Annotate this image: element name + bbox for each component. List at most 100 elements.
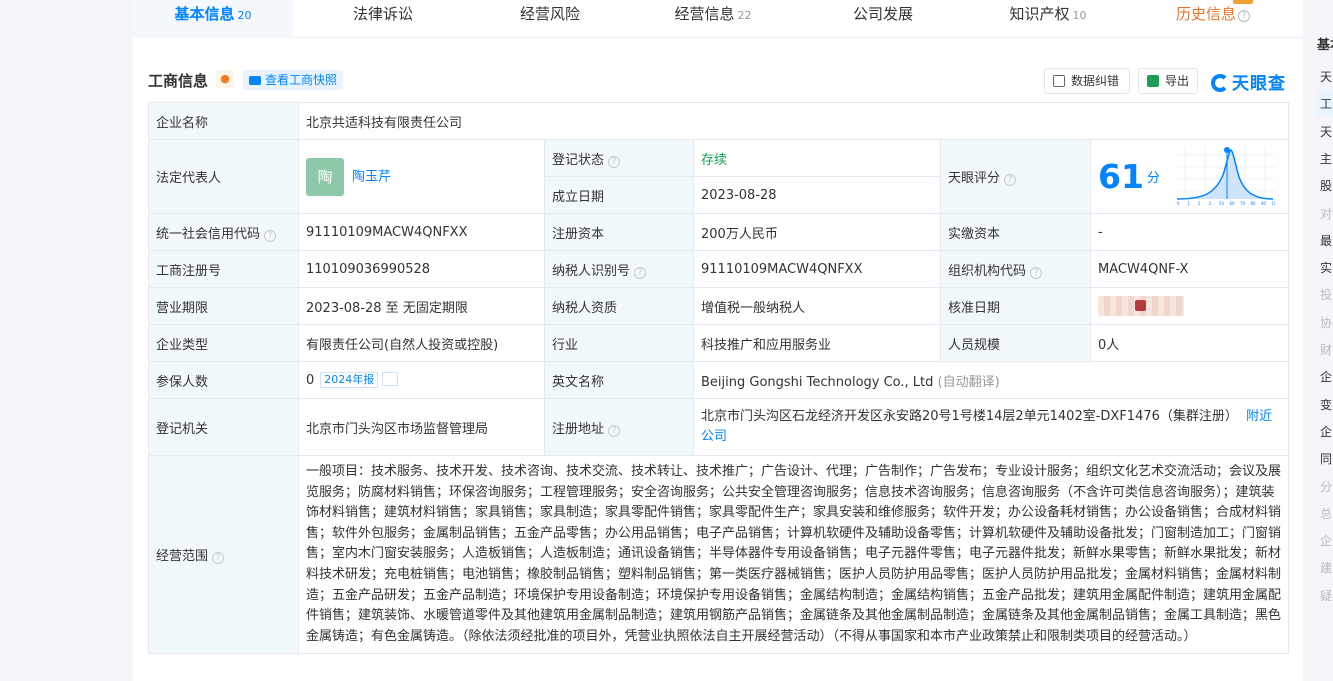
locked-value[interactable] (1098, 296, 1184, 316)
anchor-nav-item[interactable]: 实 (1320, 259, 1332, 276)
tab-label: 法律诉讼 (352, 5, 413, 23)
approve-date-cell (1090, 287, 1289, 325)
paid-capital-label: 实缴资本 (940, 213, 1091, 251)
anchor-nav-item[interactable]: 对 (1320, 205, 1332, 222)
taxpayer-id: 91110109MACW4QNFXX (693, 250, 941, 288)
score-tick-label: 100 (1272, 201, 1276, 206)
anchor-nav-item[interactable]: 主 (1320, 150, 1332, 167)
help-icon: ? (1238, 10, 1250, 22)
score-tick-label: 2 (1198, 201, 1201, 206)
tab-ip[interactable]: 知识产权 10 (968, 0, 1128, 38)
anchor-nav-item[interactable]: 股 (1320, 177, 1332, 194)
insured-value: 0 (306, 373, 315, 388)
logo-text: 天眼查 (1232, 74, 1286, 94)
tab-label: 经营风险 (519, 5, 580, 23)
help-icon[interactable]: ? (634, 266, 647, 279)
taxpayer-id-label-cell: 纳税人识别号? (544, 250, 694, 288)
score-tick-label: 90 (1261, 201, 1267, 206)
anchor-nav-item[interactable]: 疑 (1320, 587, 1332, 604)
help-icon[interactable]: ? (1004, 174, 1017, 186)
score-tick-label: 80 (1251, 201, 1257, 206)
view-snapshot-button[interactable]: 查看工商快照 (243, 70, 344, 90)
reg-status: 存续 (693, 139, 941, 177)
tianyancha-logo: 天眼查 (1211, 69, 1286, 94)
trend-chart-icon[interactable] (382, 372, 399, 386)
annual-report-tag[interactable]: 2024年报 (320, 372, 379, 388)
address-label-cell: 注册地址? (544, 398, 694, 456)
company-name: 北京共适科技有限责任公司 (298, 102, 1289, 140)
address-label: 注册地址 (552, 421, 605, 437)
paid-capital: - (1090, 213, 1289, 251)
tab-history[interactable]: 历史信息? (1133, 0, 1293, 38)
credit-code-label: 统一社会信用代码 (156, 226, 261, 242)
legal-rep-cell: 陶陶玉芹 (298, 139, 545, 214)
est-date-label: 成立日期 (544, 176, 694, 214)
tab-business-info[interactable]: 经营信息 22 (633, 0, 793, 38)
table-row: 法定代表人 陶陶玉芹 登记状态? 存续 天眼评分? 61 分 0123 50 6… (148, 139, 1289, 214)
tab-development[interactable]: 公司发展 (803, 0, 963, 38)
reg-capital-label: 注册资本 (544, 213, 694, 251)
staff-label: 人员规模 (940, 324, 1091, 362)
bell-icon[interactable]: ● (216, 70, 234, 88)
tab-label: 知识产权 (1009, 5, 1070, 23)
insured-label: 参保人数 (148, 361, 299, 399)
help-icon[interactable]: ? (608, 155, 621, 168)
score-marker (1224, 147, 1230, 153)
lock-icon (1135, 300, 1146, 311)
snapshot-label: 查看工商快照 (265, 73, 338, 87)
reg-status-label-cell: 登记状态? (544, 139, 694, 177)
tab-label: 基本信息 (174, 5, 235, 23)
auto-translate-note: (自动翻译) (937, 374, 1000, 390)
help-icon[interactable]: ? (212, 552, 225, 565)
anchor-nav-item[interactable]: 变 (1320, 396, 1332, 413)
anchor-nav-item[interactable]: 投 (1320, 286, 1332, 303)
anchor-nav-item[interactable]: 建 (1320, 559, 1332, 576)
help-icon[interactable]: ? (264, 229, 277, 242)
credit-code-label-cell: 统一社会信用代码? (148, 213, 299, 251)
tab-bar: 基本信息 20 法律诉讼 经营风险 经营信息 22 公司发展 知识产权 10 历史信息… (133, 0, 1303, 38)
score-tick-label: 3 (1209, 201, 1212, 206)
tab-legal[interactable]: 法律诉讼 (303, 0, 463, 38)
anchor-nav-item[interactable]: 总 (1320, 505, 1332, 522)
industry-label: 行业 (544, 324, 694, 362)
anchor-nav-item[interactable]: 最 (1320, 232, 1332, 249)
term: 2023-08-28 至 无固定期限 (298, 287, 545, 325)
legal-rep-link[interactable]: 陶玉芹 (352, 169, 391, 184)
anchor-nav-item[interactable]: 企 (1320, 368, 1332, 385)
tab-count: 10 (1072, 9, 1087, 22)
credit-code: 91110109MACW4QNFXX (298, 213, 545, 251)
score-tick-label: 70 (1240, 201, 1246, 206)
section-title: 工商信息 (148, 72, 209, 90)
help-icon[interactable]: ? (608, 424, 621, 437)
anchor-nav-item[interactable]: 天 (1320, 123, 1332, 140)
tab-business-risk[interactable]: 经营风险 (470, 0, 630, 38)
anchor-nav-item[interactable]: 工 (1320, 95, 1332, 112)
english-name-cell: Beijing Gongshi Technology Co., Ltd (自动翻… (693, 361, 1289, 399)
anchor-nav-item[interactable]: 企 (1320, 423, 1332, 440)
export-button[interactable]: 导出 (1138, 68, 1198, 94)
anchor-nav-item[interactable]: 企 (1320, 532, 1332, 549)
data-correction-button[interactable]: 数据纠错 (1044, 68, 1130, 94)
excel-icon (1147, 75, 1159, 87)
anchor-nav-item[interactable]: 协 (1320, 314, 1332, 331)
help-icon[interactable]: ? (1030, 266, 1043, 279)
score-tick-label: 50 (1219, 201, 1225, 206)
address-cell: 北京市门头沟区石龙经济开发区永安路20号1号楼14层2单元1402室-DXF14… (693, 398, 1289, 456)
org-code-label: 组织机构代码 (948, 263, 1027, 279)
score-value: 61 (1098, 157, 1144, 196)
tab-label: 经营信息 (674, 5, 735, 23)
tab-count: 20 (237, 9, 252, 22)
tab-basic-info[interactable]: 基本信息 20 (133, 0, 293, 38)
company-type: 有限责任公司(自然人投资或控股) (298, 324, 545, 362)
anchor-nav-item[interactable]: 天 (1320, 68, 1332, 85)
score-cell[interactable]: 61分 0 1 2 3 50 60 70 80 90 100 (1090, 139, 1289, 214)
anchor-nav-item[interactable]: 分 (1320, 478, 1332, 495)
score-tick-label: 60 (1230, 201, 1236, 206)
correct-label: 数据纠错 (1071, 74, 1120, 88)
anchor-nav-item[interactable]: 同 (1320, 450, 1332, 467)
anchor-nav-item[interactable]: 财 (1320, 341, 1332, 358)
authority-label: 登记机关 (148, 398, 299, 456)
term-label: 营业期限 (148, 287, 299, 325)
taxpayer-qual: 增值税一般纳税人 (693, 287, 941, 325)
reg-status-label: 登记状态 (552, 152, 605, 168)
